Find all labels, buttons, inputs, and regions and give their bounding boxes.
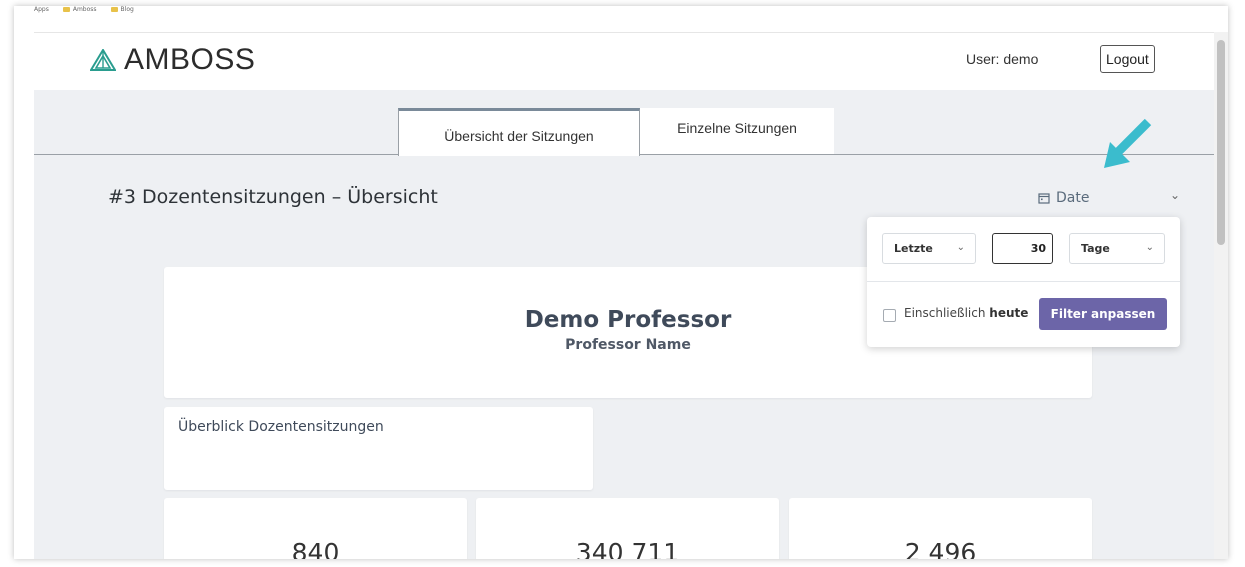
bookmark-apps[interactable]: Apps	[34, 6, 49, 13]
logo[interactable]: AMBOSS	[90, 43, 255, 77]
logout-button[interactable]: Logout	[1100, 45, 1155, 73]
stat-card: 2 496	[789, 498, 1092, 559]
include-today-prefix: Einschließlich	[904, 306, 986, 320]
tab-overview[interactable]: Übersicht der Sitzungen	[398, 108, 640, 156]
popover-divider	[867, 281, 1180, 282]
bookmark-amboss[interactable]: Amboss	[62, 6, 97, 13]
stat-value: 2 496	[904, 538, 977, 559]
user-label: User: demo	[966, 51, 1039, 67]
calendar-icon	[1038, 193, 1050, 204]
bookmarks-bar: Apps Amboss Blog	[34, 6, 134, 32]
include-today-label: Einschließlich heute	[904, 306, 1028, 320]
stat-value: 340 711	[575, 538, 680, 559]
amboss-logo-icon	[90, 49, 116, 71]
date-filter-popover: Letzte ⌄ 30 Tage ⌄ Einschließlich heute …	[867, 217, 1180, 347]
date-filter-button[interactable]: Date	[1038, 190, 1089, 206]
bookmark-label: Apps	[34, 6, 49, 13]
overview-card-title: Überblick Dozentensitzungen	[178, 419, 384, 435]
browser-window: Apps Amboss Blog AMBOSS User: demo Logou…	[14, 6, 1228, 559]
folder-icon	[110, 7, 118, 12]
chevron-down-icon: ⌄	[1145, 242, 1154, 253]
include-today-checkbox[interactable]	[883, 309, 896, 322]
folder-icon	[62, 7, 70, 12]
unit-select-value: Tage	[1081, 242, 1110, 255]
period-select-value: Letzte	[894, 242, 933, 255]
apply-filter-button[interactable]: Filter anpassen	[1039, 298, 1167, 330]
scrollbar-thumb[interactable]	[1217, 40, 1225, 245]
bookmark-blog[interactable]: Blog	[110, 6, 134, 13]
bookmark-label: Blog	[120, 6, 134, 13]
arrow-icon	[1104, 118, 1152, 168]
chevron-down-icon[interactable]: ⌄	[1170, 188, 1180, 202]
amount-input[interactable]: 30	[992, 233, 1053, 264]
main-content: Übersicht der Sitzungen Einzelne Sitzung…	[34, 90, 1214, 559]
stat-card: 840	[164, 498, 467, 559]
page-title: #3 Dozentensitzungen – Übersicht	[108, 186, 438, 208]
stat-card: 340 711	[476, 498, 779, 559]
overview-card: Überblick Dozentensitzungen	[164, 407, 593, 490]
date-filter-label: Date	[1056, 190, 1090, 206]
app-header: AMBOSS User: demo Logout	[34, 32, 1214, 91]
tab-sessions[interactable]: Einzelne Sitzungen	[640, 108, 834, 154]
bookmark-label: Amboss	[72, 6, 97, 13]
unit-select[interactable]: Tage ⌄	[1069, 233, 1165, 264]
include-today-bold: heute	[989, 306, 1029, 320]
stat-value: 840	[291, 538, 340, 559]
chevron-down-icon: ⌄	[956, 242, 965, 253]
period-select[interactable]: Letzte ⌄	[882, 233, 976, 264]
scrollbar[interactable]	[1214, 32, 1228, 559]
logo-text: AMBOSS	[124, 43, 256, 76]
